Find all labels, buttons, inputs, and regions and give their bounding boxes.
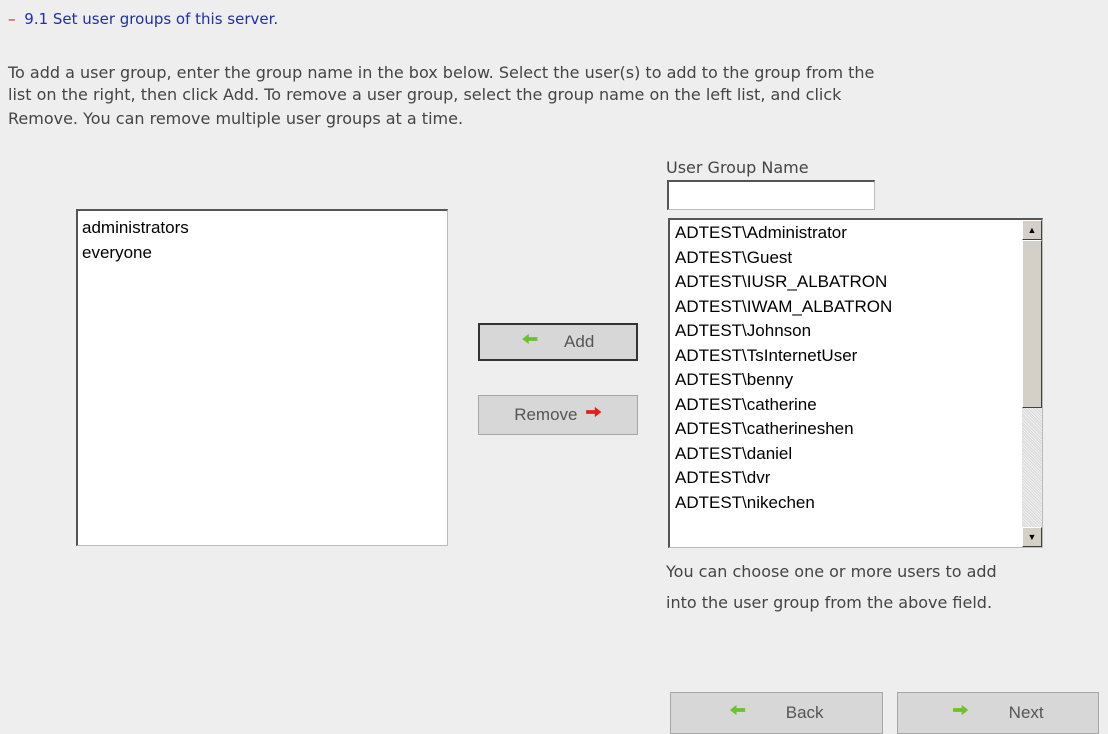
add-button[interactable]: 🠨 Add <box>478 323 638 361</box>
list-item[interactable]: everyone <box>82 240 447 265</box>
remove-button[interactable]: Remove 🠪 <box>478 395 638 435</box>
hint-line-1: You can choose one or more users to add <box>666 562 997 581</box>
list-item[interactable]: ADTEST\catherine <box>675 393 1042 418</box>
arrow-left-icon: 🠨 <box>521 329 539 351</box>
instructions-line-1: To add a user group, enter the group nam… <box>8 63 875 82</box>
user-group-name-input[interactable] <box>667 180 875 210</box>
list-item[interactable]: administrators <box>82 215 447 240</box>
user-list-scrollbar[interactable]: ▲ ▼ <box>1022 220 1042 547</box>
arrow-right-icon: 🠪 <box>585 402 602 424</box>
arrow-right-icon: 🠪 <box>952 700 969 722</box>
scroll-up-icon[interactable]: ▲ <box>1022 220 1042 240</box>
list-item[interactable]: ADTEST\Johnson <box>675 319 1042 344</box>
instructions-text: To add a user group, enter the group nam… <box>8 62 1088 130</box>
user-group-name-label: User Group Name <box>666 158 809 177</box>
list-item[interactable]: ADTEST\Administrator <box>675 221 1042 246</box>
remove-button-label: Remove <box>514 405 578 424</box>
scroll-thumb[interactable] <box>1022 240 1042 408</box>
hint-line-2: into the user group from the above field… <box>666 593 993 612</box>
arrow-left-icon: 🠨 <box>729 700 746 722</box>
back-button-label: Back <box>785 703 824 722</box>
scroll-down-icon[interactable]: ▼ <box>1022 527 1042 547</box>
next-button-label: Next <box>1008 703 1044 722</box>
add-button-label: Add <box>564 332 595 351</box>
list-item[interactable]: ADTEST\IUSR_ALBATRON <box>675 270 1042 295</box>
user-group-list[interactable]: administrators everyone <box>76 209 448 546</box>
list-item[interactable]: ADTEST\Guest <box>675 246 1042 271</box>
list-item[interactable]: ADTEST\nikechen <box>675 491 1042 516</box>
list-item[interactable]: ADTEST\dvr <box>675 466 1042 491</box>
section-title-text: 9.1 Set user groups of this server. <box>24 10 279 28</box>
collapse-dash-icon[interactable]: – <box>8 10 16 28</box>
instructions-line-2: list on the right, then click Add. To re… <box>8 85 842 104</box>
back-button[interactable]: 🠨 Back <box>670 692 883 734</box>
instructions-line-3: Remove. You can remove multiple user gro… <box>8 109 464 128</box>
list-item[interactable]: ADTEST\daniel <box>675 442 1042 467</box>
next-button[interactable]: 🠪 Next <box>897 692 1099 734</box>
list-item[interactable]: ADTEST\benny <box>675 368 1042 393</box>
section-title: – 9.1 Set user groups of this server. <box>8 10 278 28</box>
list-item[interactable]: ADTEST\catherineshen <box>675 417 1042 442</box>
user-selection-hint: You can choose one or more users to add … <box>666 556 1066 618</box>
list-item[interactable]: ADTEST\IWAM_ALBATRON <box>675 295 1042 320</box>
list-item[interactable]: ADTEST\TsInternetUser <box>675 344 1042 369</box>
user-list[interactable]: ADTEST\Administrator ADTEST\Guest ADTEST… <box>668 218 1043 548</box>
